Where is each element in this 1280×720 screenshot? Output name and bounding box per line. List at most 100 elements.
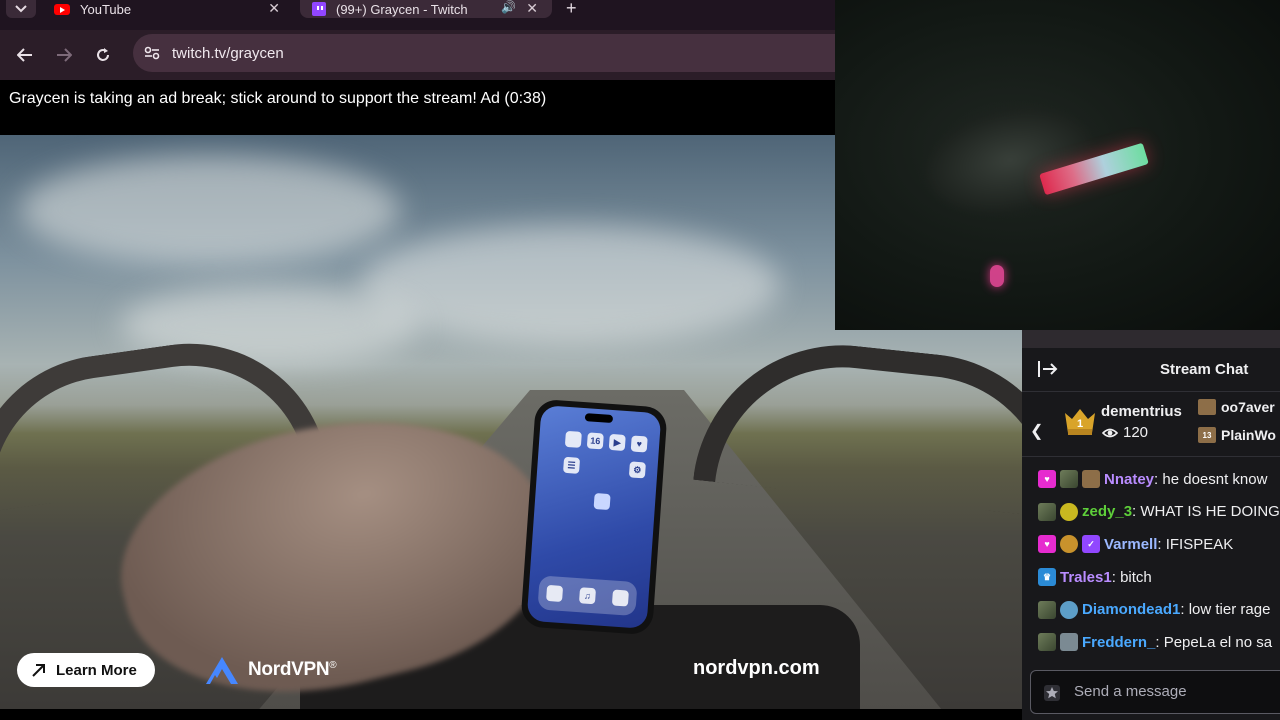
webcam-overlay	[835, 0, 1280, 330]
play-icon: ▶	[608, 433, 626, 451]
chat-message[interactable]: zedy_3: WHAT IS HE DOING	[1022, 496, 1280, 529]
leaderboard-second[interactable]: oo7aver	[1198, 399, 1275, 415]
avatar-badge-icon	[1060, 470, 1078, 489]
chat-username[interactable]: Varmell	[1104, 536, 1157, 553]
speaker-icon[interactable]: 🔊	[501, 0, 516, 14]
chat-text: he doesnt know	[1162, 470, 1268, 488]
music-icon: ♫	[578, 587, 597, 605]
app-icon	[546, 584, 564, 602]
chat-username[interactable]: Diamondead1	[1082, 601, 1180, 618]
rank-number: 1	[1077, 418, 1083, 430]
registered-mark: ®	[329, 659, 337, 671]
chat-message[interactable]: ♛ Trales1: bitch	[1022, 561, 1280, 594]
new-tab-button[interactable]: +	[566, 0, 577, 19]
chat-input-placeholder: Send a message	[1074, 683, 1187, 700]
verified-badge-icon: ✓	[1082, 535, 1100, 554]
back-button[interactable]	[12, 42, 38, 68]
tab-youtube[interactable]: YouTube ✕	[48, 0, 294, 18]
sub-badge-icon	[1082, 470, 1100, 489]
reload-icon	[97, 48, 109, 61]
nordvpn-wordmark: NordVPN	[248, 659, 330, 680]
chat-username[interactable]: Freddern_	[1082, 634, 1155, 651]
face-badge-icon	[1060, 633, 1078, 652]
heart-icon: ♥	[630, 435, 648, 453]
close-icon[interactable]: ✕	[526, 0, 538, 17]
cloud	[360, 225, 780, 345]
screen: YouTube ✕ (99+) Graycen - Twitch 🔊 ✕ + t…	[0, 0, 1280, 720]
heart-badge-icon: ♥	[1038, 470, 1056, 489]
collapse-chat-icon[interactable]	[1038, 360, 1058, 378]
address-bar[interactable]: twitch.tv/graycen	[133, 34, 835, 72]
list-icon: ☰	[563, 456, 581, 474]
external-arrow-icon	[32, 664, 45, 677]
leaderboard-name: oo7aver	[1221, 399, 1275, 415]
youtube-icon	[54, 3, 70, 15]
chat-text: low tier rage	[1188, 601, 1271, 619]
url-text: twitch.tv/graycen	[172, 45, 284, 62]
chat-message[interactable]: Diamondead1: low tier rage	[1022, 593, 1280, 626]
eye-icon	[1102, 428, 1118, 438]
twitch-icon	[312, 2, 326, 16]
crown-badge-icon: ♛	[1038, 568, 1056, 587]
arrow-left-icon	[17, 48, 32, 62]
star-icon[interactable]	[1043, 684, 1061, 702]
bird-badge-icon	[1060, 502, 1078, 521]
settings-icon: ⚙	[628, 461, 646, 479]
tab-strip: YouTube ✕ (99+) Graycen - Twitch 🔊 ✕ +	[0, 0, 835, 30]
leaderboard: ❮ 1 dementrius 120 oo7aver 13 PlainWo	[1022, 393, 1280, 457]
arrow-right-icon	[57, 48, 72, 62]
learn-more-label: Learn More	[56, 661, 137, 679]
chat-username[interactable]: Nnatey	[1104, 471, 1154, 488]
chat-message[interactable]: ♥ Nnatey: he doesnt know	[1022, 463, 1280, 496]
leaderboard-top-count: 120	[1123, 424, 1149, 441]
close-icon[interactable]: ✕	[268, 0, 280, 17]
avatar-badge-icon	[1038, 633, 1056, 652]
tab-twitch[interactable]: (99+) Graycen - Twitch 🔊 ✕	[300, 0, 552, 18]
dynamic-island	[584, 413, 614, 424]
leaderboard-top-name[interactable]: dementrius	[1101, 403, 1182, 420]
chat-username[interactable]: Trales1	[1060, 569, 1112, 586]
heart-badge-icon: ♥	[1038, 535, 1056, 554]
chat-message[interactable]: ♥ ✓ Varmell: IFISPEAK	[1022, 528, 1280, 561]
phone: 16 ▶ ♥ ☰ ⚙ ♫	[520, 398, 668, 636]
sub-badge-icon: 13	[1198, 427, 1216, 443]
leaderboard-third[interactable]: 13 PlainWo	[1198, 427, 1276, 443]
forward-button[interactable]	[51, 42, 77, 68]
chat-text: WHAT IS HE DOING	[1140, 503, 1280, 521]
chat-messages: ♥ Nnatey: he doesnt know zedy_3: WHAT IS…	[1022, 463, 1280, 659]
chat-message[interactable]: Freddern_: PepeLa el no sa	[1022, 626, 1280, 659]
avatar-badge-icon	[1038, 502, 1056, 521]
nordvpn-mountain-icon	[206, 657, 238, 684]
chat-header: Stream Chat	[1022, 348, 1280, 392]
webcam-blur	[916, 93, 1104, 227]
round-badge-icon	[1060, 600, 1078, 619]
ad-notice-bar: Graycen is taking an ad break; stick aro…	[0, 80, 835, 135]
tab-title: (99+) Graycen - Twitch	[336, 1, 468, 17]
phone-dock: ♫	[537, 575, 638, 617]
gold-badge-icon	[1060, 535, 1078, 554]
cloud	[20, 155, 400, 265]
app-icon	[611, 589, 629, 607]
chat-text: PepeLa el no sa	[1163, 633, 1273, 651]
chevron-left-icon[interactable]: ❮	[1030, 421, 1043, 441]
learn-more-button[interactable]: Learn More	[17, 653, 155, 687]
browser-chrome: YouTube ✕ (99+) Graycen - Twitch 🔊 ✕ + t…	[0, 0, 835, 80]
leaderboard-name: PlainWo	[1221, 427, 1276, 443]
reload-button[interactable]	[90, 42, 116, 68]
calendar-icon: 16	[586, 432, 604, 450]
vpn-app-icon	[593, 492, 611, 511]
chat-text: bitch	[1120, 568, 1152, 586]
chat-text: IFISPEAK	[1165, 535, 1234, 553]
chevron-down-icon	[15, 5, 27, 13]
chat-username[interactable]: zedy_3	[1082, 503, 1132, 520]
tab-title: YouTube	[80, 1, 132, 17]
chat-input[interactable]: Send a message	[1030, 670, 1280, 714]
chat-top-strip	[1022, 330, 1280, 348]
app-icon	[564, 430, 582, 448]
nordvpn-logo: NordVPN ®	[204, 653, 337, 687]
nordvpn-url: nordvpn.com	[693, 657, 820, 679]
tab-search-button[interactable]	[6, 0, 36, 18]
site-settings-icon[interactable]	[143, 44, 161, 62]
ad-notice-text: Graycen is taking an ad break; stick aro…	[9, 90, 547, 107]
stream-chat: Stream Chat ❮ 1 dementrius 120 oo7aver 1…	[1022, 330, 1280, 720]
